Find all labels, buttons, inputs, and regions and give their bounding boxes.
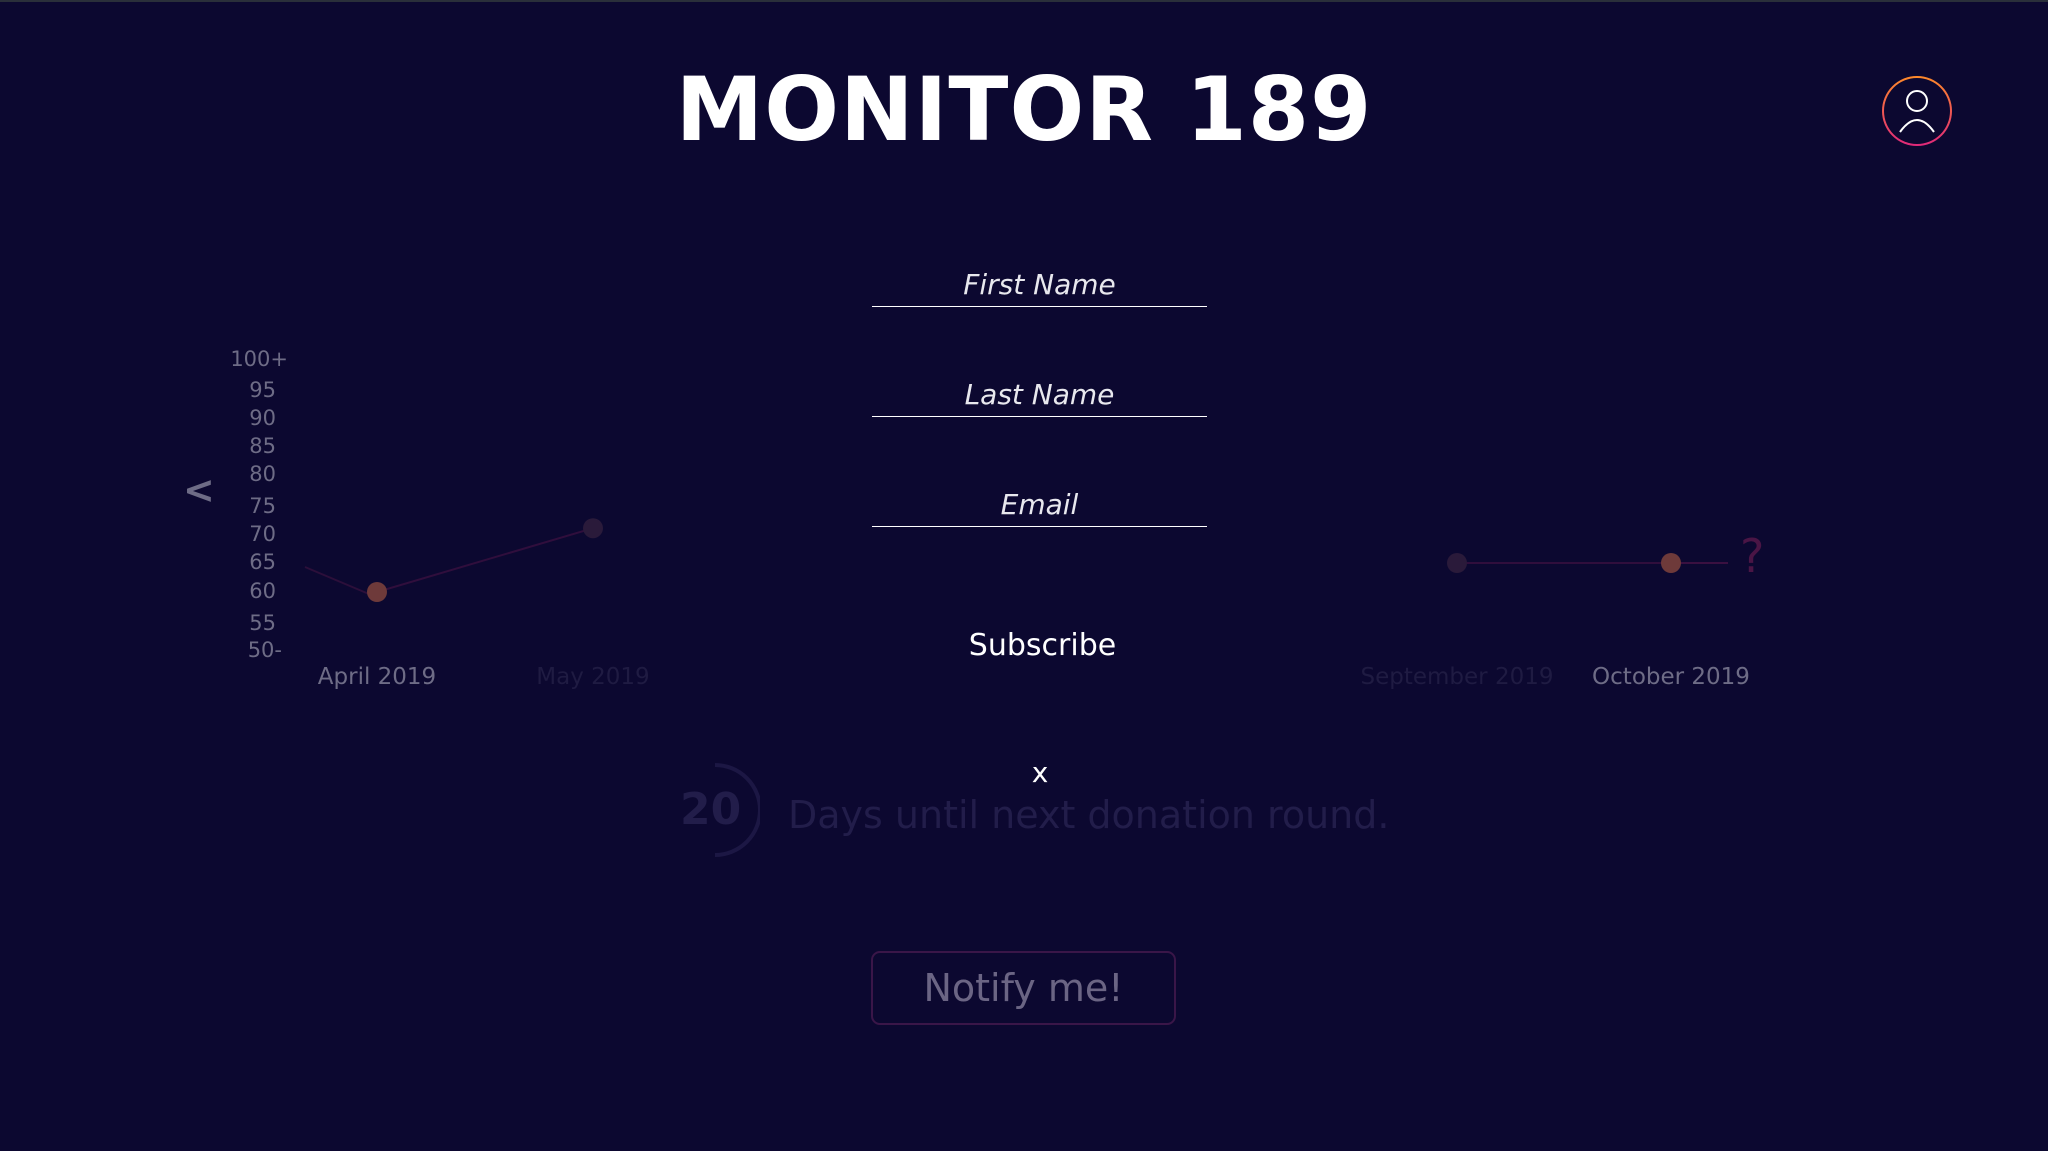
subscribe-button[interactable]: Subscribe xyxy=(900,620,1185,670)
x-label: October 2019 xyxy=(1592,664,1750,690)
future-marker: ? xyxy=(1740,529,1764,583)
user-icon xyxy=(1899,90,1935,133)
profile-button[interactable] xyxy=(1882,76,1952,146)
email-input[interactable] xyxy=(872,483,1207,526)
last-name-field xyxy=(872,373,1207,417)
chart-lead-in-line xyxy=(304,566,377,598)
notify-button[interactable]: Notify me! xyxy=(871,951,1176,1025)
x-label: September 2019 xyxy=(1360,664,1554,690)
page-title: MONITOR 189 xyxy=(675,58,1373,161)
background-content: < 100+ 95 90 85 80 75 70 65 60 55 50- ? … xyxy=(0,0,2048,1151)
data-point xyxy=(583,518,603,539)
data-point xyxy=(367,582,387,602)
countdown-text: Days until next donation round. xyxy=(788,793,1390,837)
series-line xyxy=(376,527,594,593)
x-label: May 2019 xyxy=(536,664,650,690)
last-name-input[interactable] xyxy=(872,373,1207,416)
first-name-field xyxy=(872,263,1207,307)
close-button[interactable]: x xyxy=(1020,752,1060,792)
data-point xyxy=(1661,553,1681,573)
data-point xyxy=(1447,553,1467,573)
first-name-input[interactable] xyxy=(872,263,1207,306)
email-field xyxy=(872,483,1207,527)
countdown-number: 20 xyxy=(680,784,742,835)
x-label: April 2019 xyxy=(317,664,437,690)
